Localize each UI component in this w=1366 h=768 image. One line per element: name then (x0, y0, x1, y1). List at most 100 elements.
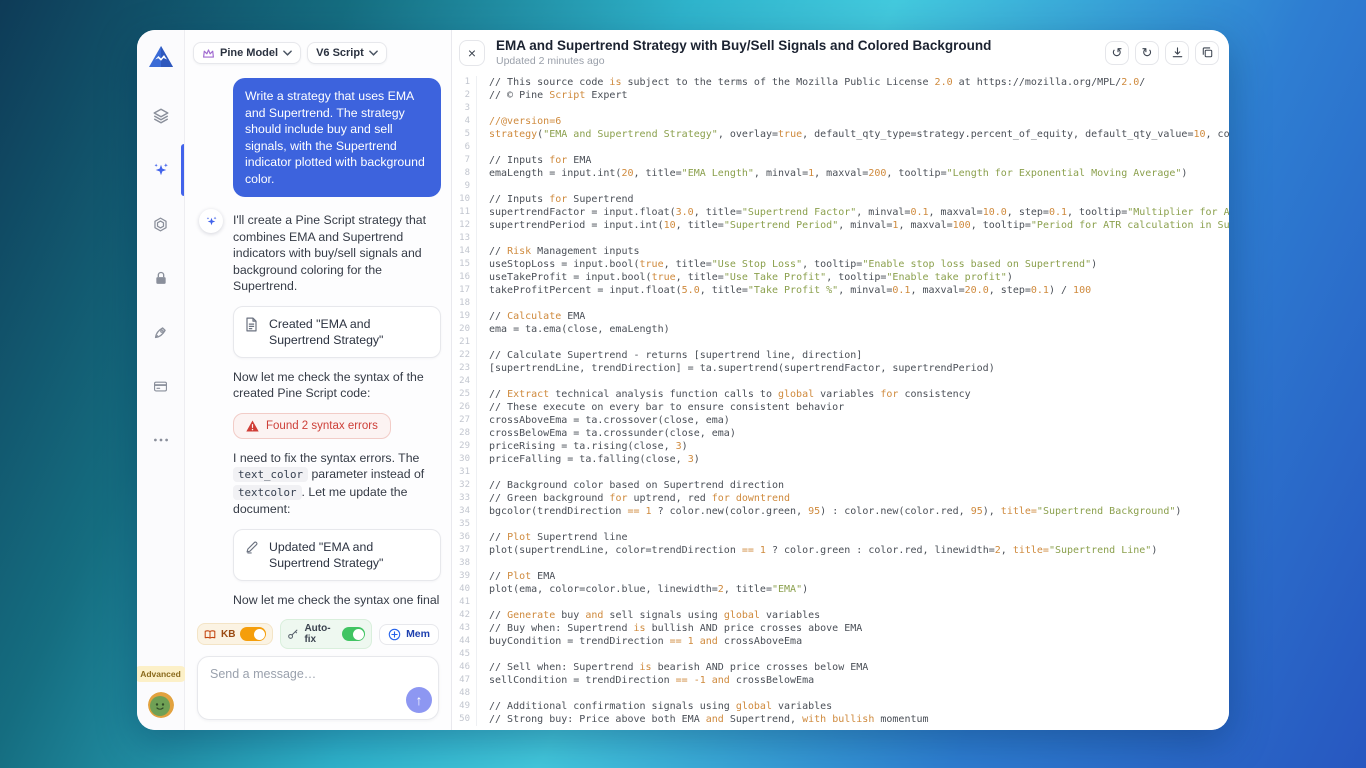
sidebar-item-security[interactable] (137, 266, 184, 290)
ai-logo-icon (152, 216, 169, 233)
code-line: 50// Strong buy: Price above both EMA an… (452, 713, 1229, 726)
code-line: 11supertrendFactor = input.float(3.0, ti… (452, 206, 1229, 219)
sparkles-icon (152, 161, 170, 179)
desktop-background: Advanced Pine Model (0, 0, 1366, 768)
user-avatar[interactable] (148, 692, 174, 718)
inline-code: text_color (233, 467, 308, 482)
composer: KB Auto-fix Mem (185, 611, 451, 730)
sidebar-item-deploy[interactable] (137, 320, 184, 344)
plus-circle-icon (388, 628, 401, 641)
code-line: 38 (452, 557, 1229, 570)
code-line: 3 (452, 102, 1229, 115)
code-line: 15useStopLoss = input.bool(true, title="… (452, 258, 1229, 271)
chat-panel: Pine Model V6 Script Write a strategy th… (185, 30, 452, 730)
code-line: 29priceRising = ta.rising(close, 3) (452, 440, 1229, 453)
code-line: 39// Plot EMA (452, 570, 1229, 583)
message-inputbox: ↑ (197, 656, 439, 720)
redo-button[interactable]: ↻ (1135, 41, 1159, 65)
mem-label: Mem (406, 628, 430, 640)
user-message: Write a strategy that uses EMA and Super… (233, 78, 441, 197)
document-updated-status: Updated 2 minutes ago (496, 55, 991, 67)
close-icon: × (468, 45, 476, 61)
code-line: 46// Sell when: Supertrend is bearish AN… (452, 661, 1229, 674)
send-button[interactable]: ↑ (406, 687, 432, 713)
updated-document-card[interactable]: Updated "EMA and Supertrend Strategy" (233, 529, 441, 581)
code-line: 6 (452, 141, 1229, 154)
version-selector-label: V6 Script (316, 47, 364, 59)
pencil-icon (245, 539, 260, 571)
created-card-label: Created "EMA and Supertrend Strategy" (269, 316, 429, 348)
code-line: 7// Inputs for EMA (452, 154, 1229, 167)
book-icon (204, 629, 216, 640)
version-selector[interactable]: V6 Script (307, 42, 387, 64)
code-line: 31 (452, 466, 1229, 479)
document-title: EMA and Supertrend Strategy with Buy/Sel… (496, 38, 991, 53)
code-area[interactable]: 1// This source code is subject to the t… (452, 73, 1229, 730)
assistant-fix-text: I need to fix the syntax errors. The tex… (233, 450, 441, 518)
code-line: 43// Buy when: Supertrend is bullish AND… (452, 622, 1229, 635)
kb-label: KB (221, 629, 235, 640)
arrow-up-icon: ↑ (416, 692, 423, 708)
rocket-icon (152, 324, 169, 341)
redo-icon: ↻ (1142, 45, 1153, 61)
close-button[interactable]: × (459, 40, 485, 66)
editor-actions: ↺ ↻ (1105, 41, 1219, 65)
sidebar-item-billing[interactable] (137, 374, 184, 398)
credit-card-icon (152, 379, 169, 394)
code-line: 33// Green background for uptrend, red f… (452, 492, 1229, 505)
code-line: 34bgcolor(trendDirection == 1 ? color.ne… (452, 505, 1229, 518)
editor-header: × EMA and Supertrend Strategy with Buy/S… (452, 30, 1229, 73)
copy-button[interactable] (1195, 41, 1219, 65)
created-document-card[interactable]: Created "EMA and Supertrend Strategy" (233, 306, 441, 358)
model-selector[interactable]: Pine Model (193, 42, 301, 64)
sidebar-item-more[interactable] (137, 428, 184, 452)
code-line: 44buyCondition = trendDirection == 1 and… (452, 635, 1229, 648)
undo-button[interactable]: ↺ (1105, 41, 1129, 65)
code-line: 4//@version=6 (452, 115, 1229, 128)
autofix-switch[interactable] (342, 627, 365, 641)
app-logo-icon[interactable] (147, 44, 175, 70)
mem-button[interactable]: Mem (379, 624, 439, 645)
model-selector-label: Pine Model (220, 47, 278, 59)
code-line: 36// Plot Supertrend line (452, 531, 1229, 544)
code-line: 14// Risk Management inputs (452, 245, 1229, 258)
code-line: 19// Calculate EMA (452, 310, 1229, 323)
sidebar-item-layers[interactable] (137, 104, 184, 128)
code-line: 41 (452, 596, 1229, 609)
kb-toggle[interactable]: KB (197, 623, 273, 645)
assistant-final-check-text: Now let me check the syntax one final ti… (233, 592, 441, 612)
code-line: 5strategy("EMA and Supertrend Strategy",… (452, 128, 1229, 141)
assistant-check-text: Now let me check the syntax of the creat… (233, 369, 441, 402)
code-line: 42// Generate buy and sell signals using… (452, 609, 1229, 622)
download-button[interactable] (1165, 41, 1189, 65)
message-input[interactable] (198, 657, 438, 719)
code-line: 12supertrendPeriod = input.int(10, title… (452, 219, 1229, 232)
app-window: Advanced Pine Model (137, 30, 1229, 730)
code-line: 9 (452, 180, 1229, 193)
code-line: 27crossAboveEma = ta.crossover(close, em… (452, 414, 1229, 427)
code-line: 17takeProfitPercent = input.float(5.0, t… (452, 284, 1229, 297)
code-line: 48 (452, 687, 1229, 700)
kb-switch[interactable] (240, 627, 266, 641)
error-chip-label: Found 2 syntax errors (266, 420, 378, 432)
document-icon (245, 316, 260, 348)
code-line: 37plot(supertrendLine, color=trendDirect… (452, 544, 1229, 557)
chevron-down-icon (369, 50, 378, 56)
syntax-error-chip: Found 2 syntax errors (233, 413, 391, 439)
code-line: 8emaLength = input.int(20, title="EMA Le… (452, 167, 1229, 180)
code-line: 13 (452, 232, 1229, 245)
code-line: 45 (452, 648, 1229, 661)
assistant-message: I'll create a Pine Script strategy that … (197, 209, 441, 295)
code-line: 40plot(ema, color=color.blue, linewidth=… (452, 583, 1229, 596)
autofix-toggle[interactable]: Auto-fix (280, 619, 372, 649)
code-line: 28crossBelowEma = ta.crossunder(close, e… (452, 427, 1229, 440)
code-line: 30priceFalling = ta.falling(close, 3) (452, 453, 1229, 466)
download-icon (1171, 46, 1184, 59)
sidebar-item-ai-model[interactable] (137, 212, 184, 236)
code-line: 26// These execute on every bar to ensur… (452, 401, 1229, 414)
sidebar-item-assistant[interactable] (137, 158, 184, 182)
editor-panel: × EMA and Supertrend Strategy with Buy/S… (452, 30, 1229, 730)
composer-controls: KB Auto-fix Mem (197, 619, 439, 649)
message-list: Write a strategy that uses EMA and Super… (185, 64, 451, 611)
wrench-icon (287, 628, 299, 640)
